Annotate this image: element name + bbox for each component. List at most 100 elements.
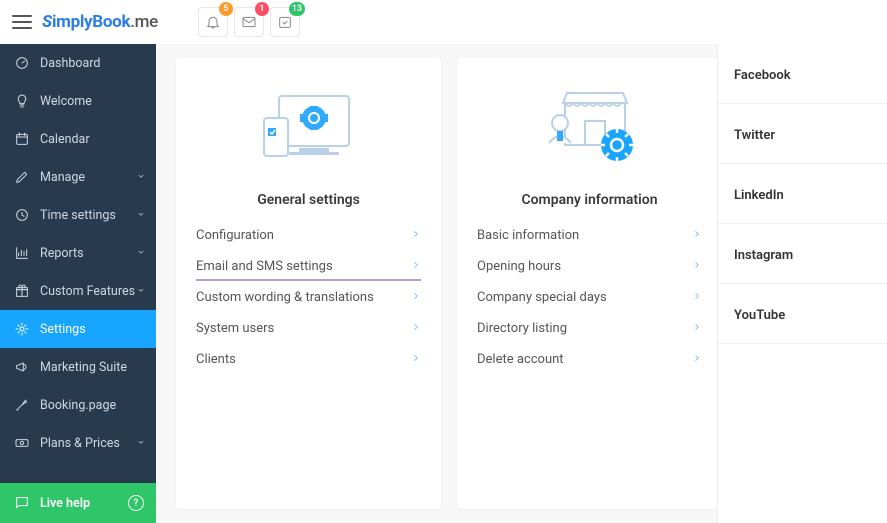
chevron-down-icon (136, 170, 146, 185)
sidebar-item-label: Booking.page (40, 398, 116, 413)
link-label: Basic information (477, 228, 579, 243)
booking-icon (14, 397, 30, 413)
settings-link-system-users[interactable]: System users (176, 313, 441, 344)
notifications-button[interactable]: 5 (198, 7, 228, 37)
gear-icon (14, 321, 30, 337)
chevron-down-icon (136, 284, 146, 299)
social-link-linkedin[interactable]: LinkedIn (718, 164, 887, 224)
sidebar-item-label: Manage (40, 170, 85, 185)
link-label: Custom wording & translations (196, 290, 374, 305)
chevron-down-icon (136, 208, 146, 223)
right-panel: FacebookTwitterLinkedInInstagramYouTube (717, 44, 887, 523)
link-label: Email and SMS settings (196, 259, 333, 274)
link-label: Configuration (196, 228, 274, 243)
settings-link-opening-hours[interactable]: Opening hours (457, 251, 722, 282)
header: SimplyBook.me 5 1 13 (0, 0, 887, 44)
sidebar-item-time-settings[interactable]: Time settings (0, 196, 156, 234)
social-link-instagram[interactable]: Instagram (718, 224, 887, 284)
sidebar-item-reports[interactable]: Reports (0, 234, 156, 272)
settings-link-clients[interactable]: Clients (176, 344, 441, 375)
link-label: Company special days (477, 290, 607, 305)
sidebar-item-plans-prices[interactable]: Plans & Prices (0, 424, 156, 462)
chat-icon (14, 495, 30, 511)
social-link-twitter[interactable]: Twitter (718, 104, 887, 164)
social-link-youtube[interactable]: YouTube (718, 284, 887, 344)
chevron-right-icon (692, 290, 702, 305)
settings-link-configuration[interactable]: Configuration (176, 220, 441, 251)
sidebar-item-welcome[interactable]: Welcome (0, 82, 156, 120)
chevron-right-icon (411, 290, 421, 305)
brand-logo[interactable]: SimplyBook.me (42, 12, 158, 32)
chevron-right-icon (692, 259, 702, 274)
sidebar-item-label: Time settings (40, 208, 116, 223)
chevron-right-icon (692, 228, 702, 243)
social-link-facebook[interactable]: Facebook (718, 44, 887, 104)
settings-link-email-and-sms-settings[interactable]: Email and SMS settings (176, 251, 441, 282)
live-help-button[interactable]: Live help ? (0, 483, 156, 523)
notifications-badge: 5 (219, 2, 233, 16)
chevron-right-icon (692, 352, 702, 367)
chevron-down-icon (136, 436, 146, 451)
card-company-information: Company information Basic information Ope… (457, 58, 722, 509)
megaphone-icon (14, 359, 30, 375)
link-label: Directory listing (477, 321, 567, 336)
brand-suffix: .me (130, 12, 158, 32)
chevron-right-icon (411, 259, 421, 274)
sidebar-item-label: Welcome (40, 94, 92, 109)
header-icons: 5 1 13 (198, 7, 300, 37)
settings-link-delete-account[interactable]: Delete account (457, 344, 722, 375)
live-help-label: Live help (40, 496, 90, 511)
tasks-badge: 13 (289, 2, 305, 16)
sidebar-item-manage[interactable]: Manage (0, 158, 156, 196)
messages-badge: 1 (255, 2, 269, 16)
sidebar-item-settings[interactable]: Settings (0, 310, 156, 348)
chevron-right-icon (411, 352, 421, 367)
sidebar-item-label: Marketing Suite (40, 360, 127, 375)
sidebar-item-calendar[interactable]: Calendar (0, 120, 156, 158)
sidebar-item-marketing-suite[interactable]: Marketing Suite (0, 348, 156, 386)
link-label: Opening hours (477, 259, 561, 274)
sidebar-item-label: Custom Features (40, 284, 135, 299)
messages-button[interactable]: 1 (234, 7, 264, 37)
chevron-right-icon (411, 321, 421, 336)
general-settings-illustration (176, 78, 441, 178)
sidebar-item-label: Calendar (40, 132, 90, 147)
bulb-icon (14, 93, 30, 109)
sidebar-item-custom-features[interactable]: Custom Features (0, 272, 156, 310)
card-general-settings: General settings Configuration Email and … (176, 58, 441, 509)
sidebar-item-label: Settings (40, 322, 86, 337)
help-icon: ? (128, 495, 144, 511)
sidebar: Dashboard Welcome Calendar Manage Time setti… (0, 44, 156, 523)
chevron-right-icon (692, 321, 702, 336)
sidebar-item-dashboard[interactable]: Dashboard (0, 44, 156, 82)
dashboard-icon (14, 55, 30, 71)
money-icon (14, 435, 30, 451)
card-title-general: General settings (176, 192, 441, 208)
link-label: Delete account (477, 352, 564, 367)
settings-link-directory-listing[interactable]: Directory listing (457, 313, 722, 344)
sidebar-item-label: Reports (40, 246, 84, 261)
brand-name: SimplyBook (42, 12, 130, 32)
settings-link-company-special-days[interactable]: Company special days (457, 282, 722, 313)
link-label: System users (196, 321, 274, 336)
pencil-icon (14, 169, 30, 185)
tasks-button[interactable]: 13 (270, 7, 300, 37)
menu-toggle[interactable] (12, 15, 32, 29)
chart-icon (14, 245, 30, 261)
chevron-right-icon (411, 228, 421, 243)
calendar-icon (14, 131, 30, 147)
bell-icon (205, 14, 221, 30)
sidebar-item-booking-page[interactable]: Booking.page (0, 386, 156, 424)
sidebar-item-label: Plans & Prices (40, 436, 120, 451)
link-label: Clients (196, 352, 236, 367)
company-info-illustration (457, 78, 722, 178)
clock-icon (14, 207, 30, 223)
card-title-company: Company information (457, 192, 722, 208)
gift-icon (14, 283, 30, 299)
settings-link-custom-wording-translations[interactable]: Custom wording & translations (176, 282, 441, 313)
envelope-icon (241, 14, 257, 30)
sidebar-item-label: Dashboard (40, 56, 100, 71)
chevron-down-icon (136, 246, 146, 261)
check-calendar-icon (277, 14, 293, 30)
settings-link-basic-information[interactable]: Basic information (457, 220, 722, 251)
